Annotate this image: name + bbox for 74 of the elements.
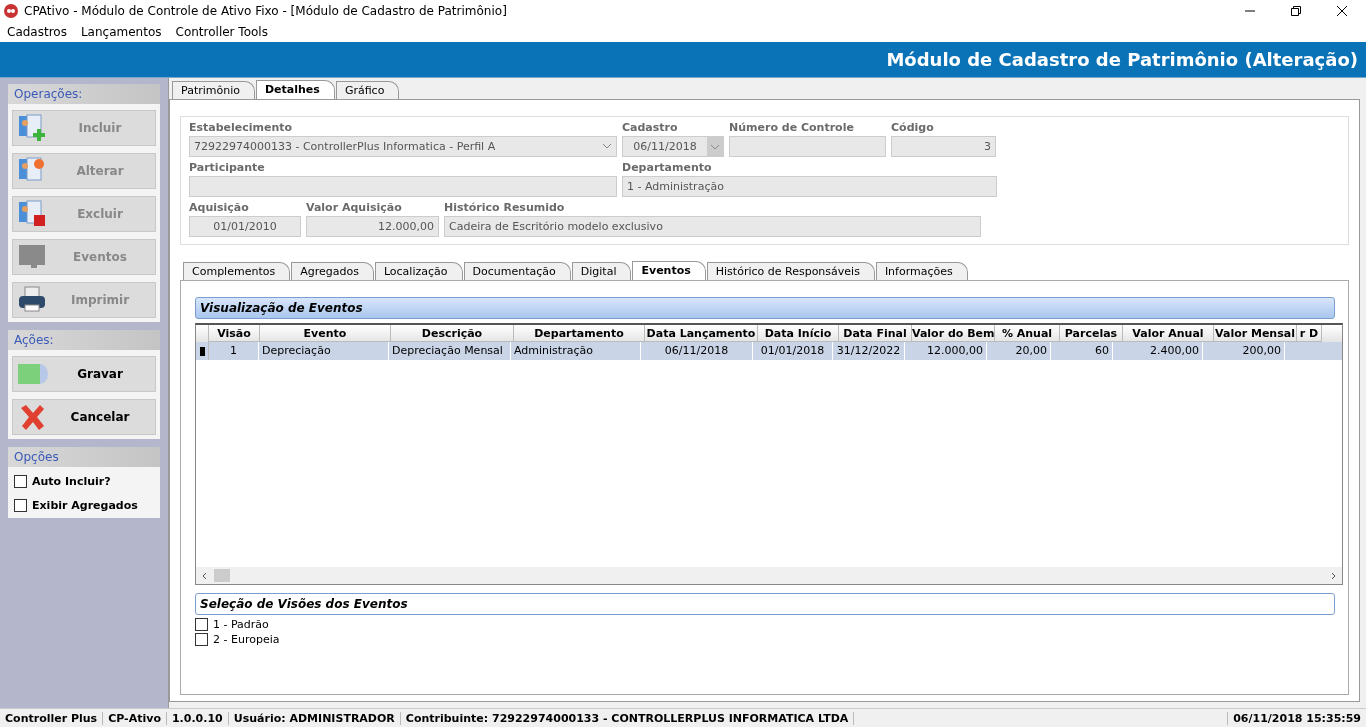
panel-header: Opções <box>8 447 160 467</box>
table-cell: 31/12/2022 <box>836 344 901 357</box>
checkbox-label: 1 - Padrão <box>213 618 269 631</box>
menu-item[interactable]: Lançamentos <box>80 25 162 39</box>
input-field[interactable]: Cadeira de Escritório modelo exclusivo <box>444 216 981 237</box>
panel-header: Visualização de Eventos <box>195 297 1335 319</box>
table-cell: 06/11/2018 <box>664 344 729 357</box>
input-field[interactable]: 1 - Administração <box>622 176 997 197</box>
tab[interactable]: Digital <box>571 262 632 280</box>
tab[interactable]: Complementos <box>183 262 291 280</box>
tab[interactable]: Eventos <box>632 261 706 280</box>
window-title: CPAtivo - Módulo de Controle de Ativo Fixo - [Módulo de Cadastro de Patrimônio] <box>24 4 508 18</box>
date-field[interactable]: 01/01/2010 <box>189 216 301 237</box>
checkbox[interactable] <box>14 499 27 512</box>
sidebar-button[interactable]: Gravar <box>12 356 156 392</box>
panel-header: Seleção de Visões dos Eventos <box>195 593 1335 615</box>
tab[interactable]: Documentação <box>463 262 571 280</box>
menu-item[interactable]: Cadastros <box>7 25 67 39</box>
checkbox-label: Auto Incluir? <box>32 475 111 488</box>
input-field[interactable] <box>729 136 886 157</box>
table-cell: 1 <box>230 344 237 357</box>
tab[interactable]: Gráfico <box>335 81 400 99</box>
table-cell: 60 <box>1095 344 1109 357</box>
tab[interactable]: Localização <box>374 262 463 280</box>
tab[interactable]: Informações <box>875 262 968 280</box>
table-cell: 01/01/2018 <box>760 344 825 357</box>
checkbox[interactable] <box>195 618 208 631</box>
status-item: Controller Plus <box>0 711 104 725</box>
table-cell: 200,00 <box>1242 344 1281 357</box>
tab[interactable]: Agregados <box>291 262 374 280</box>
banner-title: Módulo de Cadastro de Patrimônio (Alteração) <box>886 49 1358 70</box>
menu-item[interactable]: Controller Tools <box>175 25 268 39</box>
field-label: Estabelecimento <box>189 121 294 134</box>
checkbox[interactable] <box>14 475 27 488</box>
field-label: Histórico Resumido <box>444 201 566 214</box>
scroll-thumb[interactable] <box>214 569 230 582</box>
panel-header: Operações: <box>8 84 160 104</box>
table-cell: 20,00 <box>1015 344 1047 357</box>
table-cell: Depreciação Mensal <box>392 344 503 357</box>
maximize-icon[interactable] <box>1290 5 1302 17</box>
sidebar-button[interactable]: Cancelar <box>12 399 156 435</box>
field-label: Número de Controle <box>729 121 855 134</box>
table-cell: Depreciação <box>262 344 331 357</box>
table-cell: 12.000,00 <box>927 344 983 357</box>
tab[interactable]: Detalhes <box>256 80 335 99</box>
field-label: Participante <box>189 161 266 174</box>
field-label: Aquisição <box>189 201 250 214</box>
input-field[interactable]: 12.000,00 <box>306 216 439 237</box>
status-item: 1.0.0.10 <box>166 711 229 725</box>
status-item: Contribuinte: 72922974000133 - CONTROLLERPLUS INFORMATICA LTDA <box>400 711 855 725</box>
status-item: 06/11/2018 15:35:59 <box>1227 711 1366 725</box>
table-row[interactable]: 1 Depreciação Depreciação Mensal Administração 06/11/2018 01/01/2018 31/12/2022 12.000,00 20,00 60 2.400,00 200,00 <box>196 342 1342 360</box>
panel-header: Ações: <box>8 330 160 350</box>
table-cell: 2.400,00 <box>1150 344 1199 357</box>
input-field[interactable]: 3 <box>891 136 996 157</box>
select-field[interactable]: 72922974000133 - ControllerPlus Informatica - Perfil A <box>189 136 617 157</box>
tab[interactable]: Histórico de Responsáveis <box>706 262 875 280</box>
app-logo-icon <box>4 4 18 18</box>
status-item: Usuário: ADMINISTRADOR <box>228 711 401 725</box>
date-field[interactable]: 06/11/2018 <box>622 136 724 157</box>
field-label: Departamento <box>622 161 713 174</box>
row-indicator-icon <box>199 346 205 356</box>
checkbox[interactable] <box>195 633 208 646</box>
close-icon[interactable] <box>1336 5 1348 17</box>
input-field[interactable] <box>189 176 617 197</box>
status-item: CP-Ativo <box>103 711 167 725</box>
field-label: Cadastro <box>622 121 679 134</box>
horizontal-scrollbar[interactable] <box>196 567 1342 584</box>
field-label: Código <box>891 121 935 134</box>
checkbox-label: Exibir Agregados <box>32 499 138 512</box>
tab[interactable]: Patrimônio <box>172 81 255 99</box>
field-label: Valor Aquisição <box>306 201 403 214</box>
checkbox-label: 2 - Europeia <box>213 633 280 646</box>
table-cell: Administração <box>514 344 593 357</box>
